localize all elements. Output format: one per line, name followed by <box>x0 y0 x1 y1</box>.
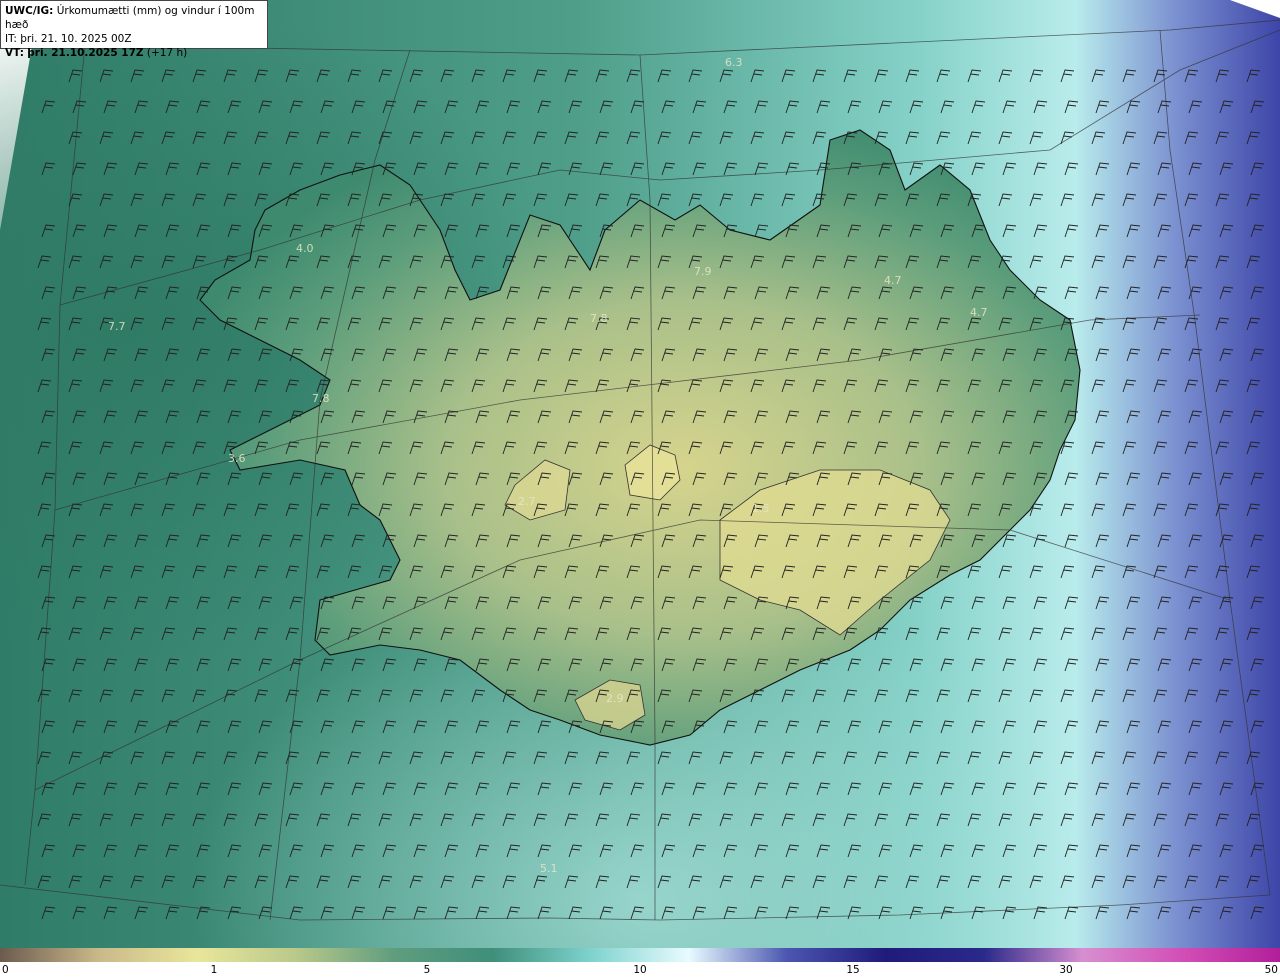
map-label: 4.7 <box>884 274 902 287</box>
vt-lead: (+17 h) <box>146 47 188 59</box>
colorbar <box>0 948 1280 962</box>
weather-map: 4.0 7.7 7.8 7.8 3.6 7.9 4.7 4.7 2.7 1.5 … <box>0 0 1280 948</box>
model-tag: UWC/IG: <box>5 5 54 17</box>
vt-label: VT: <box>5 47 24 59</box>
map-header: UWC/IG: Úrkomumætti (mm) og vindur í 100… <box>0 0 268 59</box>
colorbar-tick: 0 <box>2 964 9 976</box>
title-line: UWC/IG: Úrkomumætti (mm) og vindur í 100… <box>5 4 263 32</box>
map-label: 4.7 <box>970 306 988 319</box>
map-label: 3.6 <box>228 452 246 465</box>
map-label: 7.9 <box>694 265 712 278</box>
it-line: IT: þri. 21. 10. 2025 00Z <box>5 32 263 46</box>
colorbar-tick: 15 <box>846 964 860 976</box>
map-label: 6.3 <box>725 56 743 69</box>
map-label: 2.9 <box>606 692 624 705</box>
map-label: 5.1 <box>540 862 558 875</box>
map-label: 4.0 <box>296 242 314 255</box>
colorbar-tick: 10 <box>633 964 647 976</box>
colorbar-tick: 50 <box>1264 964 1278 976</box>
vt-value: þri. 21.10.2025 17Z <box>27 47 144 59</box>
map-label: 2.7 <box>518 495 536 508</box>
it-label: IT: <box>5 33 17 45</box>
vt-line: VT: þri. 21.10.2025 17Z (+17 h) <box>5 46 263 60</box>
map-label: 7.8 <box>590 312 608 325</box>
colorbar-tick: 30 <box>1059 964 1073 976</box>
map-label: 7.8 <box>312 392 330 405</box>
map-label: 1.5 <box>752 502 770 515</box>
colorbar-ticks: 0 1 5 10 15 30 50 <box>0 962 1280 978</box>
colorbar-tick: 5 <box>423 964 431 976</box>
map-label: 7.7 <box>108 320 126 333</box>
it-value: þri. 21. 10. 2025 00Z <box>20 33 132 45</box>
colorbar-tick: 1 <box>210 964 218 976</box>
